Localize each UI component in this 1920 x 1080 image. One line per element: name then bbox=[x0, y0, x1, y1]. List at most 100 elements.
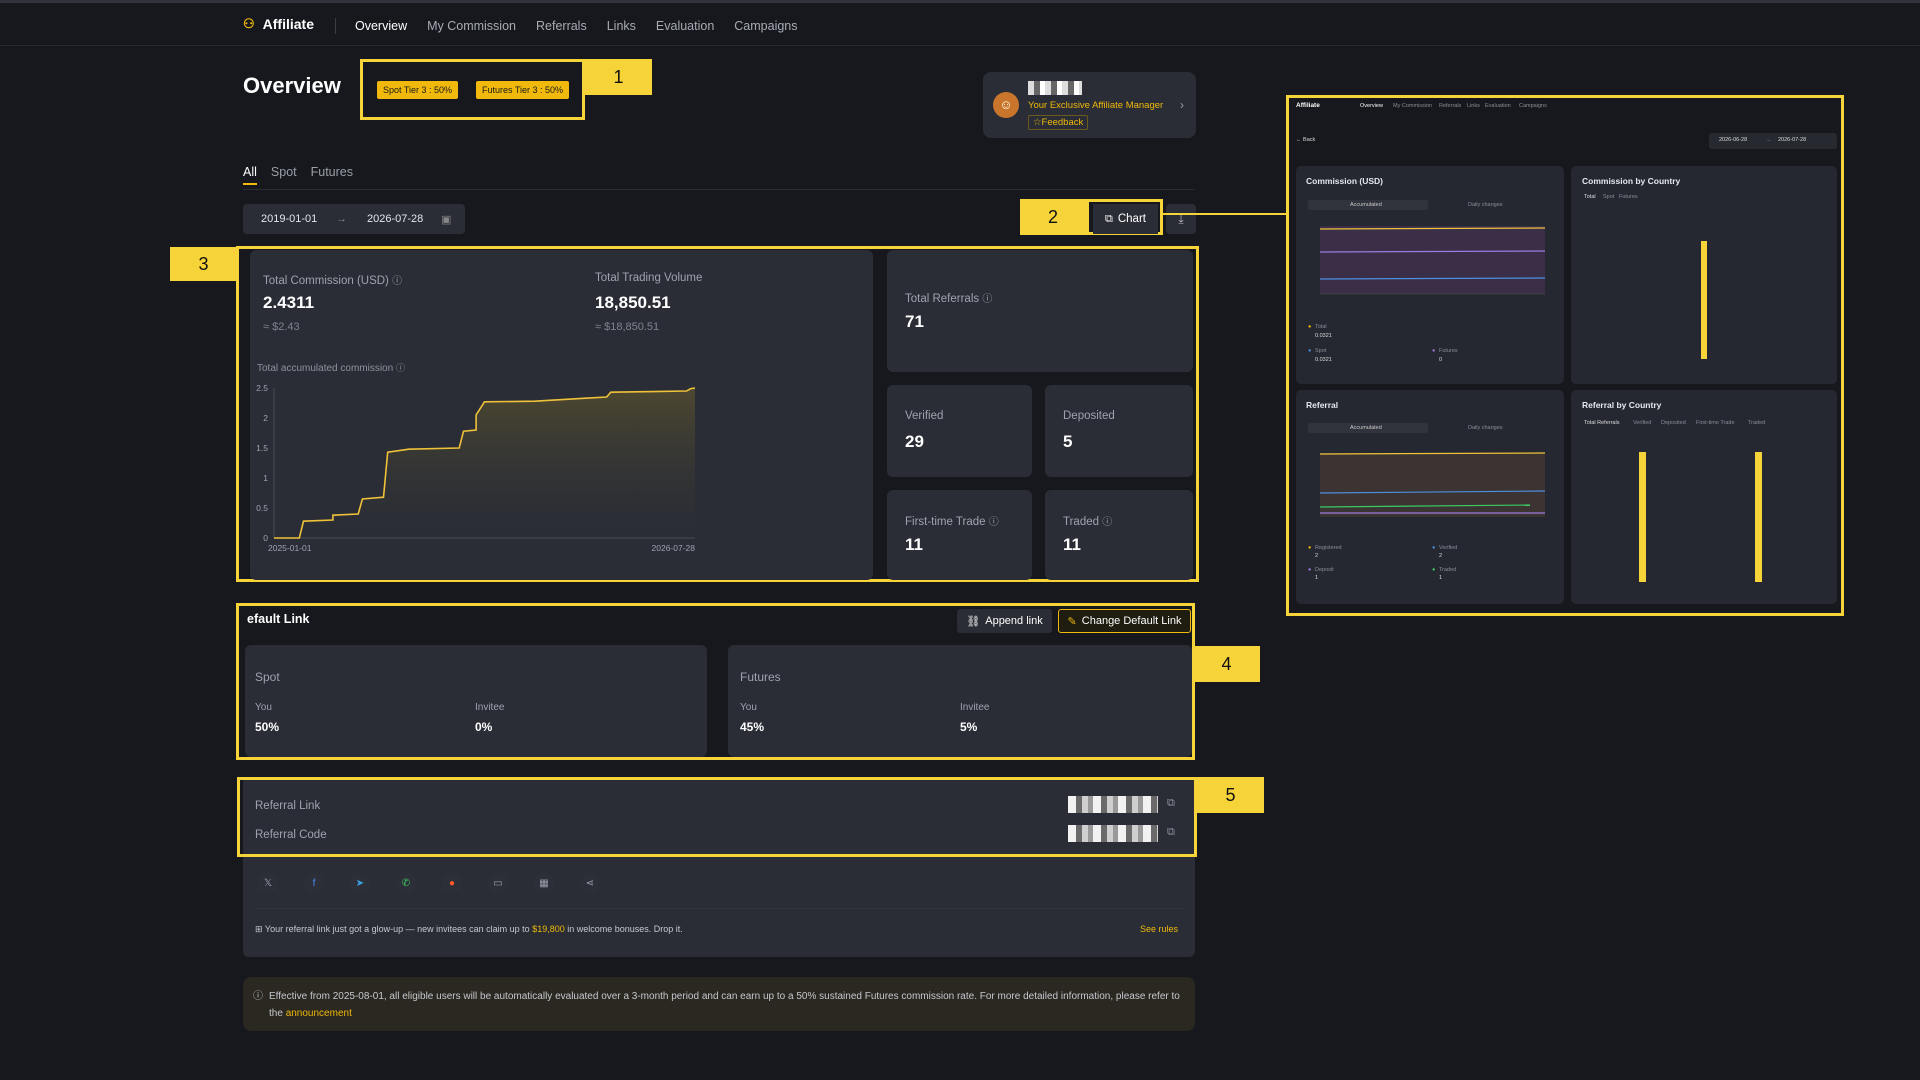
preview-country-tab-total: Total bbox=[1584, 194, 1596, 200]
preview-rc-tab-first-trade: First-time Trade bbox=[1696, 420, 1735, 426]
futures-title: Futures bbox=[740, 670, 781, 684]
deposited-card: Deposited 5 bbox=[1045, 385, 1193, 477]
traded-label: Traded ⓘ bbox=[1063, 516, 1113, 528]
date-end[interactable]: 2026-07-28 bbox=[367, 213, 423, 225]
y-tick-label: 2.5 bbox=[256, 383, 268, 393]
preview-referral-toggle-daily: Daily changes bbox=[1468, 425, 1503, 431]
nav-links[interactable]: Links bbox=[607, 19, 636, 33]
accumulated-commission-chart: 0 0.5 1 1.5 2 2.5 2025-01-01 2026-07-28 bbox=[256, 383, 695, 553]
copy-link-icon[interactable]: ⧉ bbox=[1167, 797, 1175, 810]
preview-nav-links: Links bbox=[1467, 103, 1480, 109]
preview-legend-dot-total: ● bbox=[1308, 324, 1312, 330]
preview-legend-total: Total bbox=[1315, 324, 1327, 330]
y-tick-label: 0 bbox=[263, 533, 268, 543]
promo-text: ⊞ Your referral link just got a glow-up … bbox=[255, 924, 683, 934]
preview-rc-tab-total: Total Referrals bbox=[1584, 420, 1620, 426]
preview-legend-dot-spot: ● bbox=[1308, 348, 1312, 354]
spot-tier-badge[interactable]: Spot Tier 3 : 50% bbox=[377, 81, 459, 99]
nav-campaigns[interactable]: Campaigns bbox=[734, 19, 797, 33]
callout-3: 3 bbox=[170, 247, 237, 281]
copy-code-icon[interactable]: ⧉ bbox=[1167, 826, 1175, 839]
announcement-link[interactable]: announcement bbox=[286, 1008, 352, 1019]
spot-you-value: 50% bbox=[255, 720, 280, 734]
chart-button-label: Chart bbox=[1117, 213, 1146, 225]
append-link-button[interactable]: ⛓ Append link bbox=[957, 609, 1052, 633]
brand[interactable]: ⚇ Affiliate bbox=[243, 16, 314, 32]
change-default-link-button[interactable]: ✎ Change Default Link bbox=[1058, 609, 1191, 633]
date-start[interactable]: 2019-01-01 bbox=[261, 213, 317, 225]
qr-icon[interactable]: ▦ bbox=[534, 873, 554, 893]
whatsapp-icon[interactable]: ✆ bbox=[396, 873, 416, 893]
share-icons: 𝕏 f ➤ ✆ ● ▭ ▦ ⋖ bbox=[258, 873, 600, 893]
preview-rc-tab-verified: Verified bbox=[1633, 420, 1652, 426]
referral-link-redacted bbox=[1068, 796, 1158, 813]
feedback-button[interactable]: ☆Feedback bbox=[1028, 115, 1089, 130]
preview-brand: Affiliate bbox=[1296, 102, 1320, 109]
info-icon: ⓘ bbox=[395, 363, 405, 373]
brand-label: Affiliate bbox=[262, 16, 314, 32]
tab-all[interactable]: All bbox=[243, 165, 257, 185]
first-time-trade-label: First-time Trade ⓘ bbox=[905, 516, 999, 528]
chart-title: Total accumulated commission ⓘ bbox=[257, 363, 405, 374]
preview-nav-referrals: Referrals bbox=[1439, 103, 1462, 109]
tier-highlight-box: Spot Tier 3 : 50% Futures Tier 3 : 50% bbox=[360, 59, 585, 120]
see-rules-link[interactable]: See rules bbox=[1140, 924, 1178, 934]
nav-evaluation[interactable]: Evaluation bbox=[656, 19, 714, 33]
preview-country-tab-futures: Futures bbox=[1619, 194, 1638, 200]
preview-value-total: 0.0321 bbox=[1315, 333, 1332, 339]
preview-ref-legend-deposit: Deposit bbox=[1315, 567, 1334, 573]
facebook-icon[interactable]: f bbox=[304, 873, 324, 893]
info-icon: ⓘ bbox=[392, 276, 403, 287]
nav-my-commission[interactable]: My Commission bbox=[427, 19, 516, 33]
share-icon[interactable]: ⋖ bbox=[580, 873, 600, 893]
verified-card: Verified 29 bbox=[887, 385, 1032, 477]
preview-country-title: Commission by Country bbox=[1582, 176, 1681, 186]
futures-tier-badge[interactable]: Futures Tier 3 : 50% bbox=[476, 81, 570, 99]
preview-back: ← Back bbox=[1296, 137, 1316, 143]
spot-you-label: You bbox=[255, 702, 272, 713]
deposited-value: 5 bbox=[1063, 432, 1073, 451]
reddit-icon[interactable]: ● bbox=[442, 873, 462, 893]
info-icon: ⓘ bbox=[988, 517, 999, 528]
preview-rc-bar-2 bbox=[1755, 452, 1762, 582]
manager-avatar: ☺ bbox=[993, 92, 1019, 118]
affiliate-manager-card[interactable]: ☺ Your Exclusive Affiliate Manager ☆Feed… bbox=[983, 72, 1196, 138]
preview-nav-campaigns: Campaigns bbox=[1519, 103, 1547, 109]
callout-4: 4 bbox=[1193, 646, 1260, 682]
first-time-trade-value: 11 bbox=[905, 535, 923, 554]
preview-nav-overview: Overview bbox=[1360, 103, 1383, 109]
arrow-right-icon: → bbox=[336, 213, 347, 225]
gift-icon: ⊞ bbox=[255, 924, 263, 934]
chart-button[interactable]: ⧉ Chart bbox=[1093, 204, 1158, 234]
telegram-icon[interactable]: ➤ bbox=[350, 873, 370, 893]
y-tick-label: 2 bbox=[263, 413, 268, 423]
trading-volume-label: Total Trading Volume bbox=[595, 272, 703, 284]
x-icon[interactable]: 𝕏 bbox=[258, 873, 278, 893]
tab-spot[interactable]: Spot bbox=[271, 165, 297, 185]
preview-ref-dot-verified: ● bbox=[1432, 545, 1436, 551]
preview-ref-legend-traded: Traded bbox=[1439, 567, 1457, 573]
tab-futures[interactable]: Futures bbox=[311, 165, 353, 185]
preview-referral-card: Referral Accumulated Daily changes ● Reg… bbox=[1296, 390, 1564, 604]
notice-banner: ⓘ Effective from 2025-08-01, all eligibl… bbox=[243, 977, 1195, 1031]
nav-overview[interactable]: Overview bbox=[355, 19, 407, 33]
futures-link-card: Futures You 45% Invitee 5% bbox=[728, 645, 1192, 757]
preview-referral-toggle: Accumulated bbox=[1308, 423, 1428, 433]
date-range-picker[interactable]: 2019-01-01 → 2026-07-28 ▣ bbox=[243, 204, 465, 234]
futures-you-value: 45% bbox=[740, 720, 765, 734]
tabs-divider bbox=[243, 189, 1195, 190]
nav-referrals[interactable]: Referrals bbox=[536, 19, 587, 33]
preview-referral-country-card: Referral by Country Total Referrals Veri… bbox=[1571, 390, 1837, 604]
y-tick-label: 0.5 bbox=[256, 503, 268, 513]
total-commission-usd: ≈ $2.43 bbox=[263, 321, 300, 333]
promo-amount: $19,800 bbox=[532, 924, 565, 934]
preview-country-card: Commission by Country Total Spot Futures bbox=[1571, 166, 1837, 384]
message-icon[interactable]: ▭ bbox=[488, 873, 508, 893]
link-icon: ⛓ bbox=[966, 615, 981, 628]
referral-highlight-box bbox=[237, 777, 1197, 857]
traded-card: Traded ⓘ 11 bbox=[1045, 490, 1193, 580]
calendar-icon[interactable]: ▣ bbox=[441, 213, 451, 226]
verified-label: Verified bbox=[905, 410, 944, 422]
download-button[interactable]: ⤓ bbox=[1166, 204, 1196, 234]
preview-rc-tab-traded: Traded bbox=[1748, 420, 1766, 426]
